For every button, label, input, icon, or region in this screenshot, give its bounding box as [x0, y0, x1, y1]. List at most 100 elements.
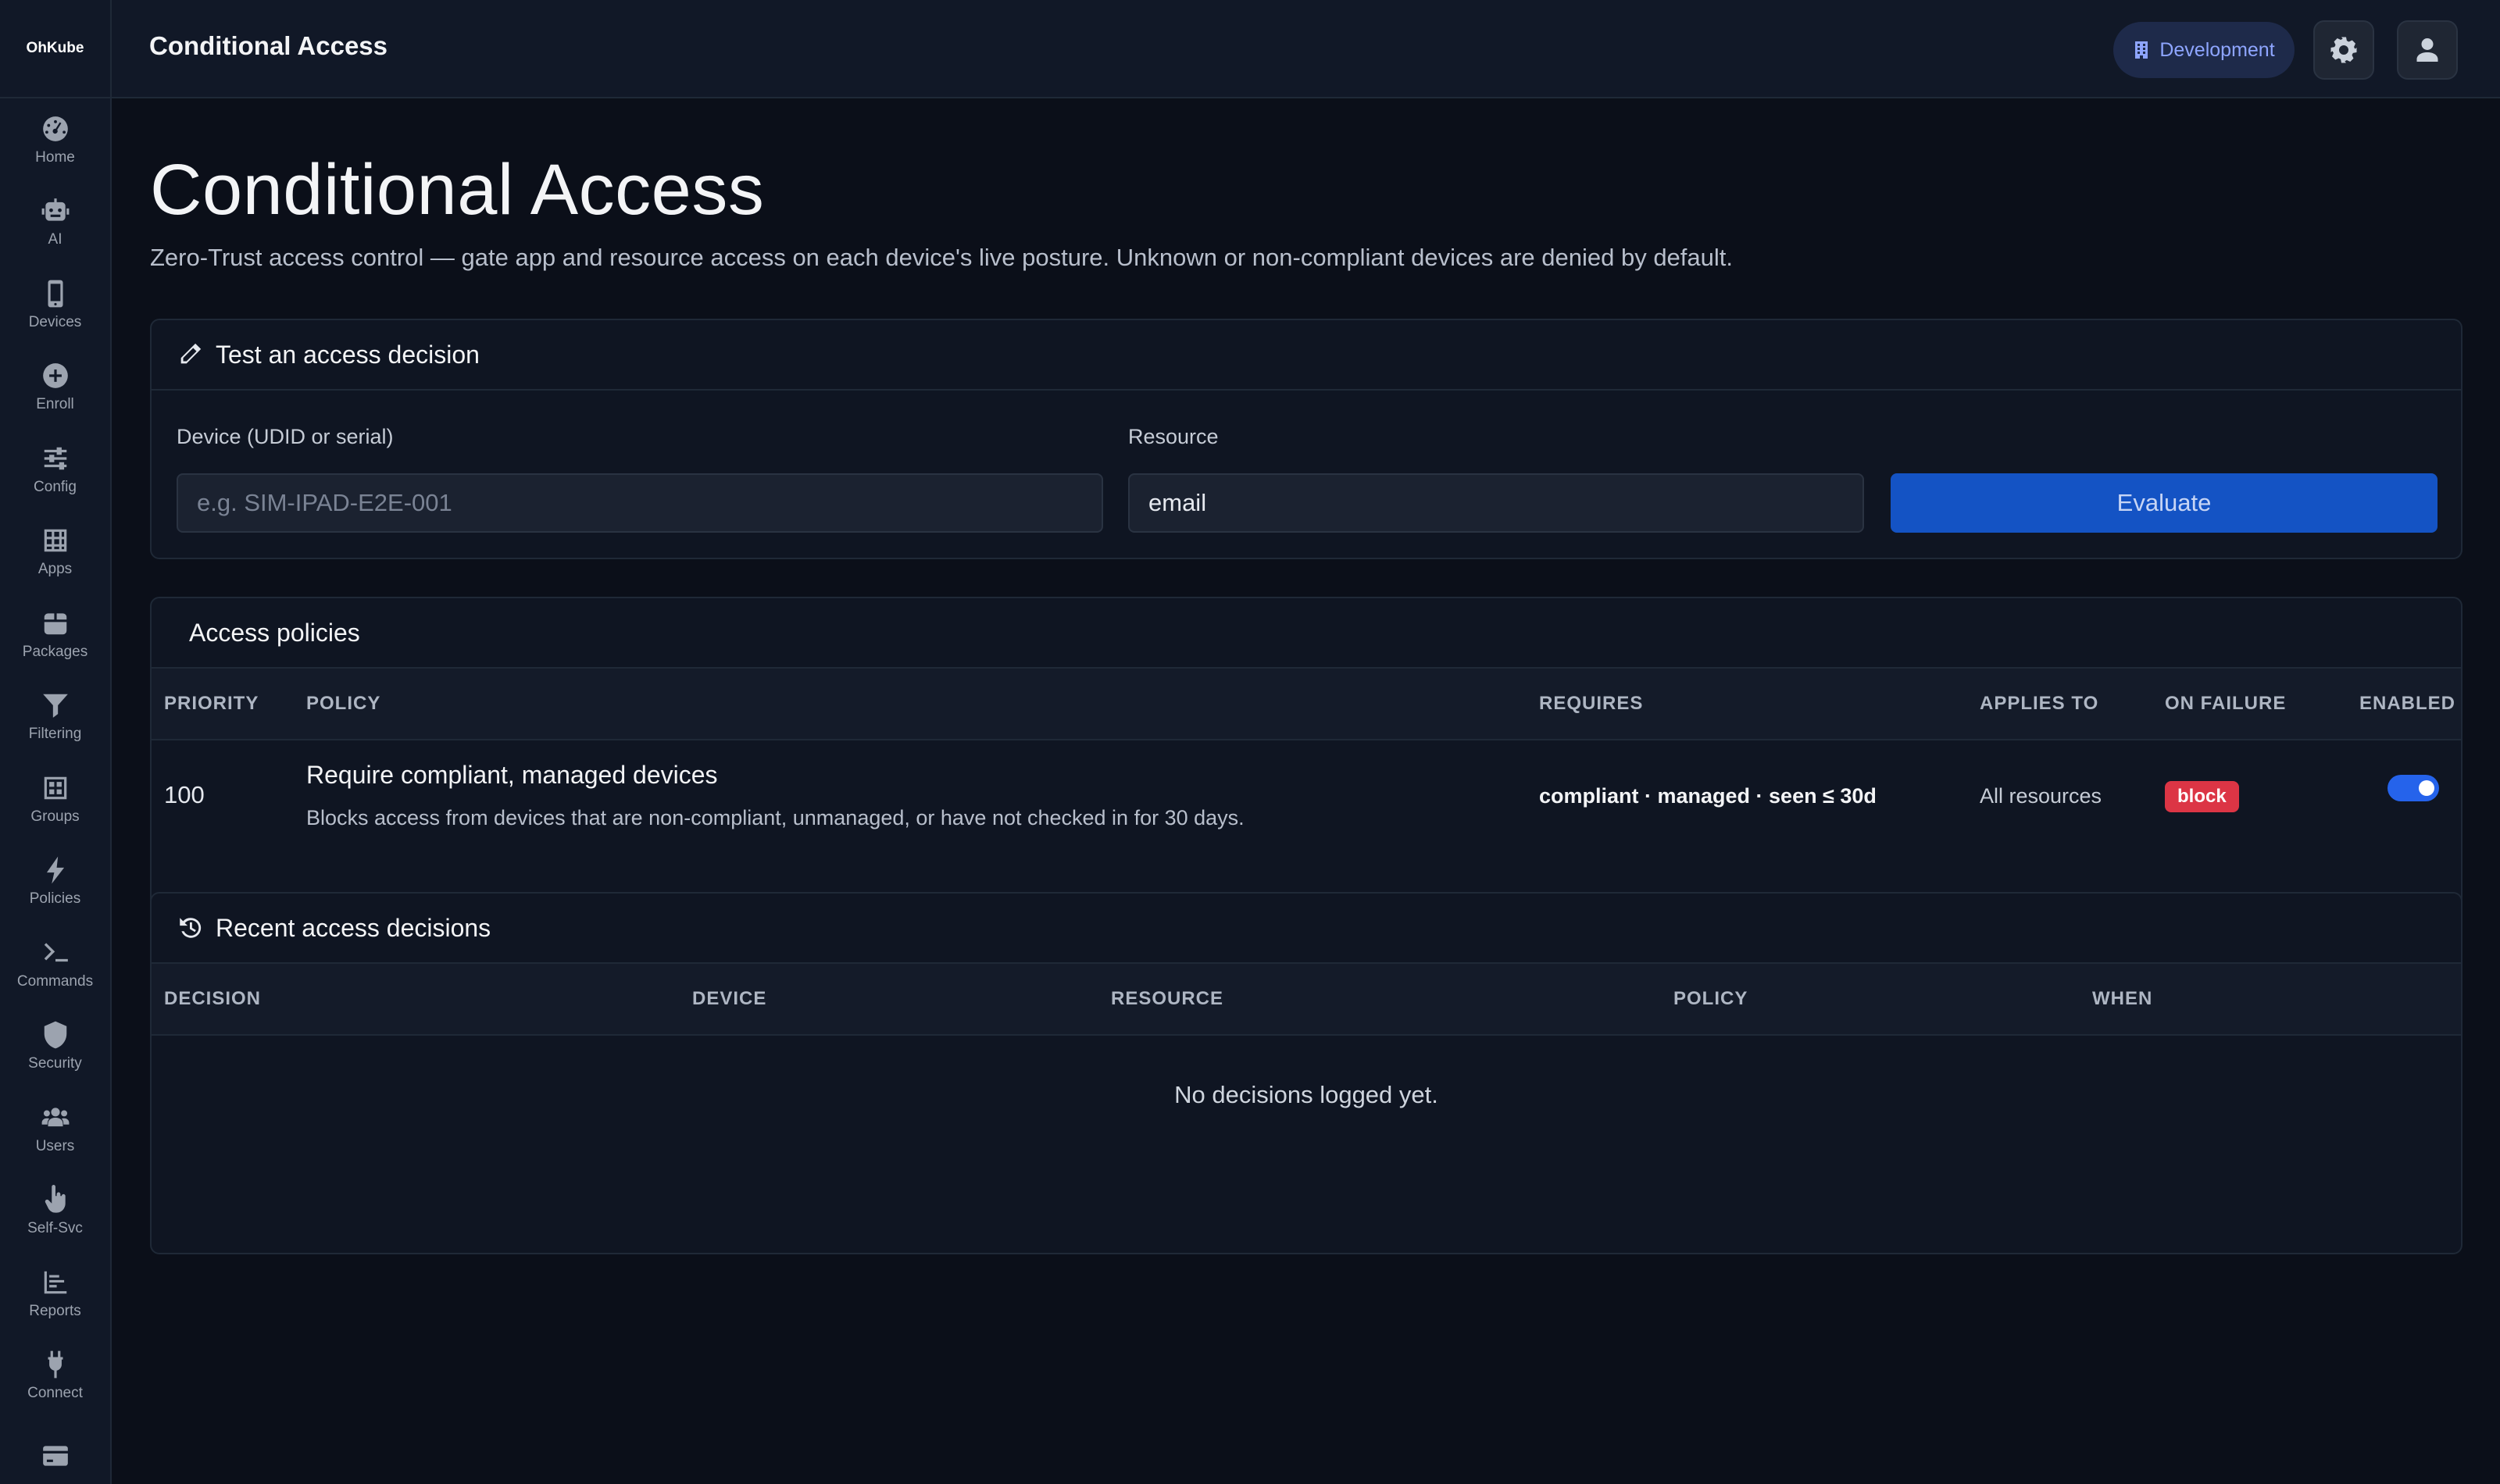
- test-access-title: Test an access decision: [216, 340, 480, 369]
- policy-priority: 100: [164, 781, 205, 808]
- mobile-icon: [40, 278, 71, 309]
- column-priority[interactable]: PRIORITY: [164, 693, 259, 715]
- column-policy[interactable]: POLICY: [1673, 988, 1748, 1010]
- groups-icon: [40, 772, 71, 804]
- column-enabled[interactable]: ENABLED: [2359, 693, 2455, 715]
- sliders-icon: [40, 443, 71, 474]
- history-icon: [180, 918, 202, 938]
- sidebar-item-label: Connect: [27, 1385, 83, 1402]
- sidebar-item-enroll[interactable]: Enroll: [0, 346, 110, 429]
- sidebar-item-reports[interactable]: Reports: [0, 1252, 110, 1335]
- column-on-failure[interactable]: ON FAILURE: [2165, 693, 2286, 715]
- box-icon: [40, 608, 71, 639]
- sidebar-item-policies[interactable]: Policies: [0, 840, 110, 923]
- topbar: Conditional Access Development: [112, 0, 2500, 98]
- sidebar-item-label: Devices: [28, 313, 82, 330]
- column-when[interactable]: WHEN: [2092, 988, 2152, 1010]
- access-policies-title: Access policies: [189, 618, 360, 647]
- settings-button[interactable]: [2313, 20, 2374, 80]
- plug-icon: [40, 1349, 71, 1380]
- environment-label: Development: [2159, 38, 2275, 61]
- terminal-icon: [40, 937, 71, 969]
- sidebar-item-label: Policies: [29, 890, 81, 908]
- sidebar-item-label: Reports: [29, 1302, 81, 1319]
- column-device[interactable]: DEVICE: [692, 988, 766, 1010]
- sidebar-item-filtering[interactable]: Filtering: [0, 676, 110, 758]
- gear-icon: [2330, 37, 2357, 63]
- policy-enabled-toggle[interactable]: [2388, 775, 2439, 801]
- card-icon: [40, 1440, 71, 1472]
- empty-state-message: No decisions logged yet.: [1174, 1081, 1438, 1108]
- recent-table-header: DECISION DEVICE RESOURCE POLICY WHEN: [152, 964, 2461, 1036]
- on-failure-badge: block: [2165, 781, 2239, 812]
- device-input[interactable]: [177, 473, 1103, 533]
- recent-decisions-title: Recent access decisions: [216, 913, 491, 942]
- sidebar-item-billing[interactable]: [0, 1417, 110, 1484]
- recent-decisions-card: Recent access decisions DECISION DEVICE …: [150, 892, 2462, 1254]
- sidebar: OhKube Home AI Devices Enroll Config App…: [0, 0, 112, 1484]
- sidebar-item-label: Config: [34, 478, 77, 495]
- sidebar-item-config[interactable]: Config: [0, 428, 110, 511]
- access-policies-header: Access policies: [152, 598, 2461, 669]
- grid-icon: [40, 525, 71, 556]
- sidebar-item-label: Enroll: [36, 396, 74, 413]
- environment-selector[interactable]: Development: [2113, 22, 2295, 78]
- device-label: Device (UDID or serial): [177, 425, 394, 448]
- sidebar-item-users[interactable]: Users: [0, 1087, 110, 1170]
- building-icon: [2135, 41, 2148, 59]
- toggle-knob: [2419, 780, 2434, 796]
- sidebar-item-commands[interactable]: Commands: [0, 922, 110, 1005]
- sidebar-item-ai[interactable]: AI: [0, 181, 110, 264]
- table-row[interactable]: 100 Require compliant, managed devices B…: [152, 740, 2461, 853]
- policies-table-header: PRIORITY POLICY REQUIRES APPLIES TO ON F…: [152, 669, 2461, 740]
- column-resource[interactable]: RESOURCE: [1111, 988, 1223, 1010]
- column-applies-to[interactable]: APPLIES TO: [1980, 693, 2098, 715]
- recent-decisions-header: Recent access decisions: [152, 894, 2461, 964]
- sidebar-item-packages[interactable]: Packages: [0, 593, 110, 676]
- test-access-card: Test an access decision Device (UDID or …: [150, 319, 2462, 559]
- sidebar-item-home[interactable]: Home: [0, 98, 110, 181]
- sidebar-item-label: Home: [35, 148, 75, 166]
- user-menu-button[interactable]: [2397, 20, 2458, 80]
- column-policy[interactable]: POLICY: [306, 693, 380, 715]
- sidebar-item-label: Filtering: [28, 726, 82, 743]
- brand-logo[interactable]: OhKube: [0, 0, 110, 98]
- page-title: Conditional Access: [150, 150, 765, 230]
- sidebar-item-label: Users: [35, 1137, 75, 1154]
- user-icon: [2416, 38, 2438, 62]
- sidebar-item-label: Packages: [22, 643, 88, 660]
- sidebar-item-connect[interactable]: Connect: [0, 1335, 110, 1418]
- evaluate-button[interactable]: Evaluate: [1891, 473, 2438, 533]
- topbar-title: Conditional Access: [149, 31, 388, 60]
- sidebar-item-label: Self-Svc: [27, 1220, 83, 1237]
- test-access-header: Test an access decision: [152, 320, 2461, 391]
- resource-label: Resource: [1128, 425, 1219, 448]
- bolt-icon: [40, 854, 71, 886]
- policy-description: Blocks access from devices that are non-…: [306, 806, 1245, 829]
- chart-icon: [40, 1267, 71, 1298]
- sidebar-item-security[interactable]: Security: [0, 1005, 110, 1088]
- sidebar-item-label: Apps: [38, 561, 73, 578]
- gauge-icon: [40, 113, 71, 144]
- sidebar-item-devices[interactable]: Devices: [0, 263, 110, 346]
- sidebar-item-self-svc[interactable]: Self-Svc: [0, 1170, 110, 1253]
- resource-input[interactable]: [1128, 473, 1864, 533]
- hand-pointer-icon: [40, 1184, 71, 1215]
- shield-icon: [40, 1019, 71, 1051]
- sidebar-item-apps[interactable]: Apps: [0, 511, 110, 594]
- policy-applies-to: All resources: [1980, 784, 2102, 808]
- plus-circle-icon: [40, 360, 71, 391]
- users-icon: [40, 1102, 71, 1133]
- policy-requires: compliant · managed · seen ≤ 30d: [1539, 784, 1877, 808]
- sidebar-item-label: Commands: [16, 972, 94, 990]
- page-subtitle: Zero-Trust access control — gate app and…: [150, 244, 1734, 271]
- sidebar-item-label: AI: [48, 231, 62, 248]
- column-decision[interactable]: DECISION: [164, 988, 261, 1010]
- robot-icon: [40, 195, 71, 227]
- policy-name[interactable]: Require compliant, managed devices: [306, 761, 718, 790]
- sidebar-item-groups[interactable]: Groups: [0, 758, 110, 840]
- sidebar-item-label: Security: [28, 1055, 82, 1072]
- sidebar-item-label: Groups: [30, 808, 80, 825]
- column-requires[interactable]: REQUIRES: [1539, 693, 1643, 715]
- sidebar-nav: Home AI Devices Enroll Config Apps Packa…: [0, 98, 110, 1484]
